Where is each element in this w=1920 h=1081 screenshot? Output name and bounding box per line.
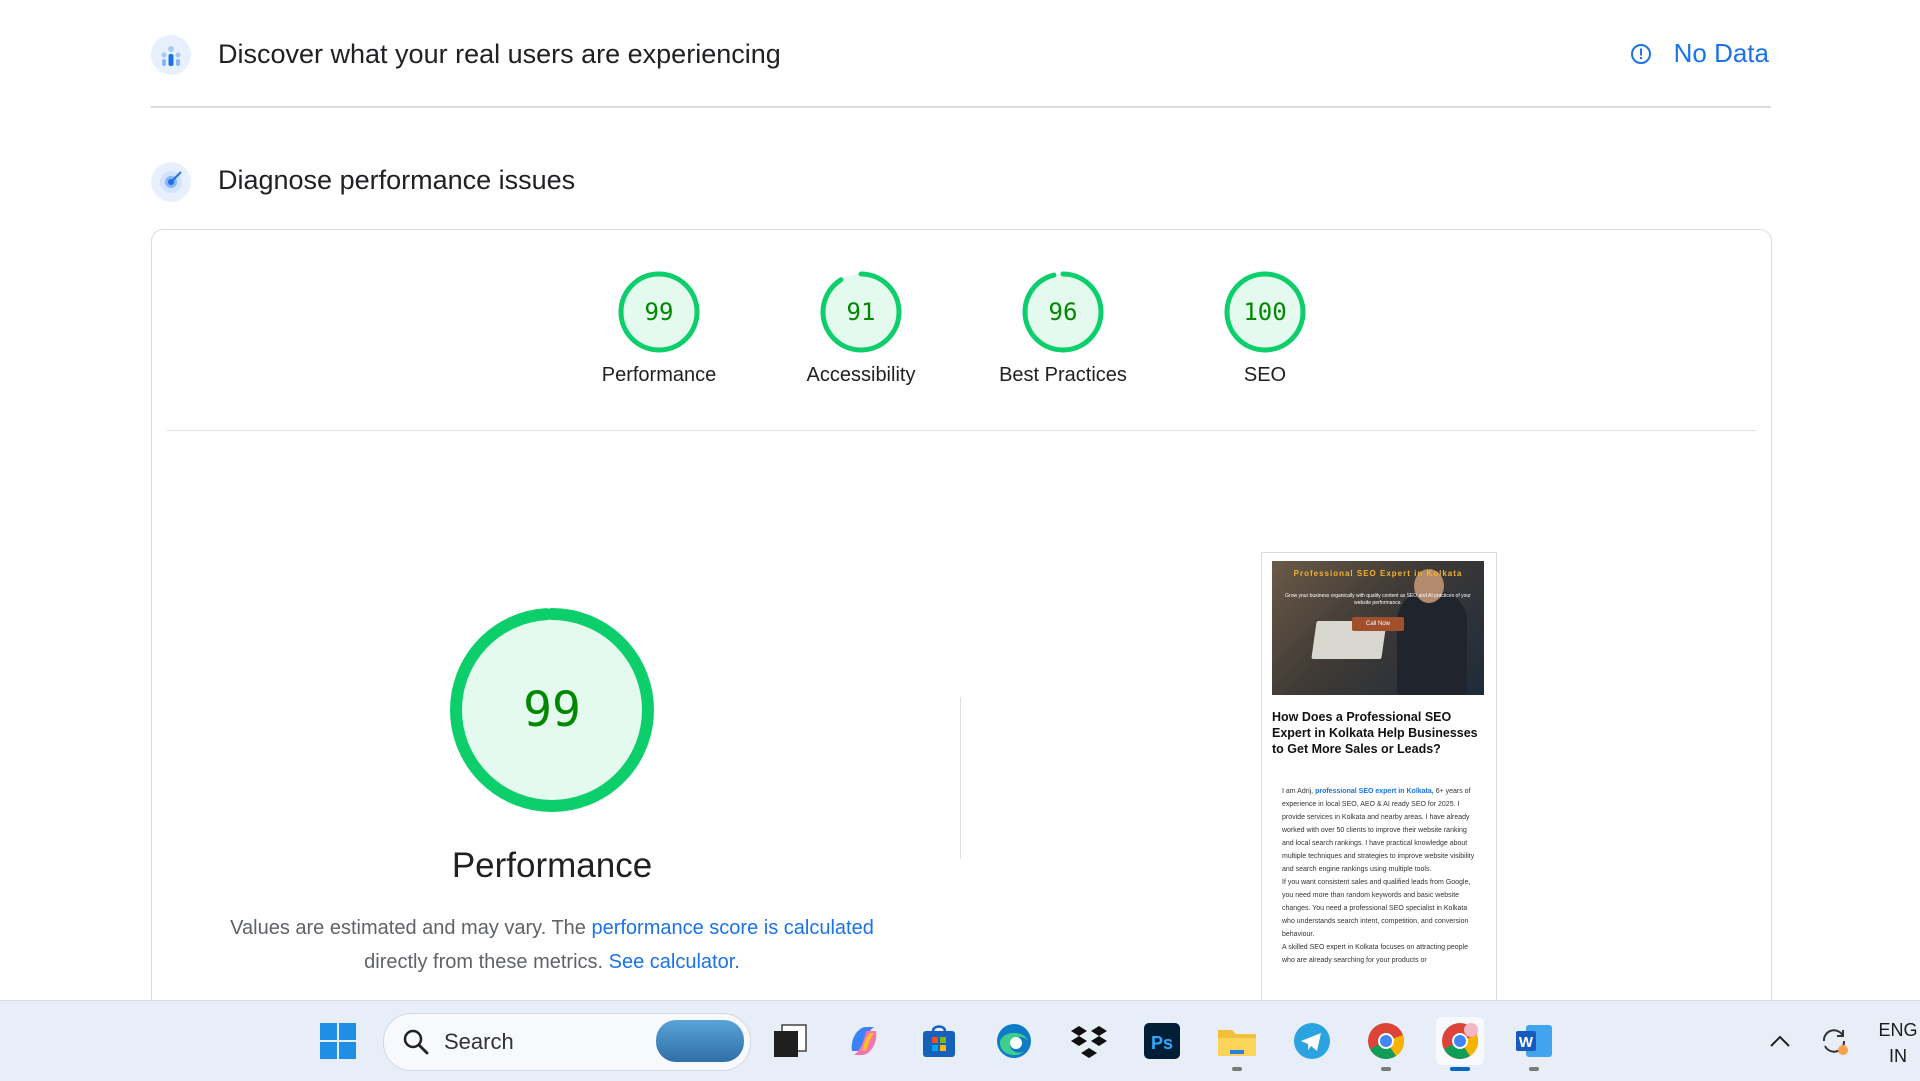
no-data-indicator[interactable]: No Data bbox=[1630, 38, 1769, 69]
note-text-2: directly from these metrics. bbox=[364, 951, 604, 973]
crux-icon bbox=[151, 35, 191, 75]
chrome-button[interactable] bbox=[1362, 1017, 1410, 1071]
task-view-button[interactable] bbox=[766, 1017, 814, 1065]
thumbnail-paragraph-2: If you want consistent sales and qualifi… bbox=[1282, 879, 1471, 938]
discover-title: Discover what your real users are experi… bbox=[218, 39, 781, 69]
chrome-profile-button[interactable] bbox=[1436, 1017, 1484, 1071]
language-code: ENG bbox=[1878, 1020, 1918, 1040]
thumbnail-paragraph-1: I am Adrij, professional SEO expert in K… bbox=[1282, 785, 1478, 876]
chrome-icon bbox=[1368, 1023, 1405, 1059]
gauge-label: SEO bbox=[1243, 364, 1287, 386]
task-view-icon bbox=[774, 1024, 807, 1057]
word-button[interactable]: W bbox=[1510, 1017, 1558, 1071]
hero-image: Professional SEO Expert in Kolkata Grow … bbox=[1272, 561, 1484, 695]
store-icon bbox=[923, 1025, 955, 1057]
diagnose-section: Diagnose performance issues bbox=[151, 160, 1771, 208]
edge-icon bbox=[997, 1024, 1031, 1058]
running-indicator bbox=[1232, 1067, 1242, 1071]
taskbar: Search Ps W ENG IN bbox=[0, 1000, 1920, 1081]
chevron-up-icon bbox=[1770, 1035, 1790, 1047]
note-text-1: Values are estimated and may vary. The bbox=[230, 917, 586, 939]
dropbox-icon bbox=[1071, 1026, 1107, 1058]
edge-button[interactable] bbox=[990, 1017, 1038, 1065]
see-calculator-link[interactable]: See calculator. bbox=[609, 951, 740, 973]
start-button[interactable] bbox=[314, 1017, 362, 1065]
thumbnail-heading: How Does a Professional SEO Expert in Ko… bbox=[1272, 710, 1478, 756]
gauge-label: Accessibility bbox=[806, 364, 916, 386]
sync-icon bbox=[1822, 1029, 1848, 1055]
pagespeed-report: Discover what your real users are experi… bbox=[0, 0, 1920, 1000]
photoshop-label: Ps bbox=[1151, 1033, 1173, 1053]
dropbox-button[interactable] bbox=[1065, 1017, 1113, 1065]
diagnose-title: Diagnose performance issues bbox=[218, 165, 576, 195]
divider bbox=[167, 430, 1756, 431]
gauge-performance[interactable]: 99 Performance bbox=[584, 270, 734, 387]
copilot-icon bbox=[851, 1027, 877, 1055]
thumbnail-body: I am Adrij, professional SEO expert in K… bbox=[1282, 785, 1478, 967]
show-hidden-icons-button[interactable] bbox=[1756, 1017, 1804, 1065]
running-indicator bbox=[1381, 1067, 1391, 1071]
search-highlight-icon bbox=[656, 1020, 744, 1062]
gauge-best-practices[interactable]: 96 Best Practices bbox=[988, 270, 1138, 387]
report-card: 99 Performance 91 Accessibility 96 Best bbox=[151, 229, 1772, 1000]
gauge-score: 99 bbox=[645, 298, 674, 326]
running-indicator bbox=[1529, 1067, 1539, 1071]
score-gauges: 99 Performance 91 Accessibility 96 Best bbox=[152, 270, 1771, 386]
gauge-ring: 99 bbox=[618, 271, 700, 353]
region-code: IN bbox=[1889, 1046, 1907, 1066]
thumbnail-paragraph-3: A skilled SEO expert in Kolkata focuses … bbox=[1282, 944, 1468, 964]
gauge-label: Performance bbox=[601, 364, 717, 386]
hero-title: Professional SEO Expert in Kolkata bbox=[1293, 569, 1463, 578]
search-icon bbox=[403, 1029, 429, 1055]
gauge-ring: 91 bbox=[820, 271, 902, 353]
score-calculated-link[interactable]: performance score is calculated bbox=[591, 917, 873, 939]
sync-status-button[interactable] bbox=[1810, 1017, 1858, 1065]
store-button[interactable] bbox=[915, 1017, 963, 1065]
gauge-ring: 100 bbox=[1224, 271, 1306, 353]
hero-subtitle: Grow your business organically with qual… bbox=[1285, 593, 1471, 606]
telegram-icon bbox=[1294, 1023, 1330, 1059]
word-label: W bbox=[1519, 1034, 1534, 1051]
gauge-score: 96 bbox=[1049, 298, 1078, 326]
performance-big-gauge: 99 bbox=[450, 608, 654, 812]
taskbar-search[interactable]: Search bbox=[383, 1013, 751, 1071]
discover-section: Discover what your real users are experi… bbox=[151, 28, 1771, 108]
p1-text-b: 6+ years of experience in local SEO, AEO… bbox=[1282, 788, 1475, 873]
gauge-score: 91 bbox=[847, 298, 876, 326]
chrome-profile-icon bbox=[1442, 1023, 1479, 1059]
gauge-seo[interactable]: 100 SEO bbox=[1190, 270, 1340, 387]
file-explorer-button[interactable] bbox=[1213, 1017, 1261, 1071]
gauge-label: Best Practices bbox=[999, 364, 1127, 386]
performance-big-score: 99 bbox=[523, 682, 581, 738]
photoshop-icon: Ps bbox=[1144, 1023, 1180, 1059]
p1-link: professional SEO expert in Kolkata, bbox=[1315, 788, 1434, 795]
copilot-button[interactable] bbox=[840, 1017, 888, 1065]
telegram-button[interactable] bbox=[1288, 1017, 1336, 1065]
file-explorer-icon bbox=[1218, 1030, 1256, 1056]
lighthouse-icon bbox=[151, 162, 191, 202]
no-data-label: No Data bbox=[1673, 38, 1769, 68]
search-placeholder: Search bbox=[444, 1029, 514, 1054]
active-indicator bbox=[1450, 1067, 1470, 1071]
word-icon: W bbox=[1516, 1025, 1552, 1057]
p1-text-a: I am Adrij, bbox=[1282, 788, 1314, 795]
estimate-note: Values are estimated and may vary. The p… bbox=[212, 911, 892, 979]
performance-big-label: Performance bbox=[451, 846, 653, 885]
photoshop-button[interactable]: Ps bbox=[1138, 1017, 1186, 1065]
gauge-ring: 96 bbox=[1022, 271, 1104, 353]
call-now-button: Call Now bbox=[1352, 617, 1404, 631]
windows-start-icon bbox=[320, 1023, 356, 1059]
vertical-divider bbox=[960, 697, 961, 859]
info-icon bbox=[1630, 43, 1651, 64]
language-indicator[interactable]: ENG IN bbox=[1878, 1017, 1918, 1069]
gauge-accessibility[interactable]: 91 Accessibility bbox=[786, 270, 936, 387]
final-screenshot-thumbnail[interactable]: Professional SEO Expert in Kolkata Grow … bbox=[1261, 552, 1497, 1000]
gauge-score: 100 bbox=[1243, 298, 1286, 326]
